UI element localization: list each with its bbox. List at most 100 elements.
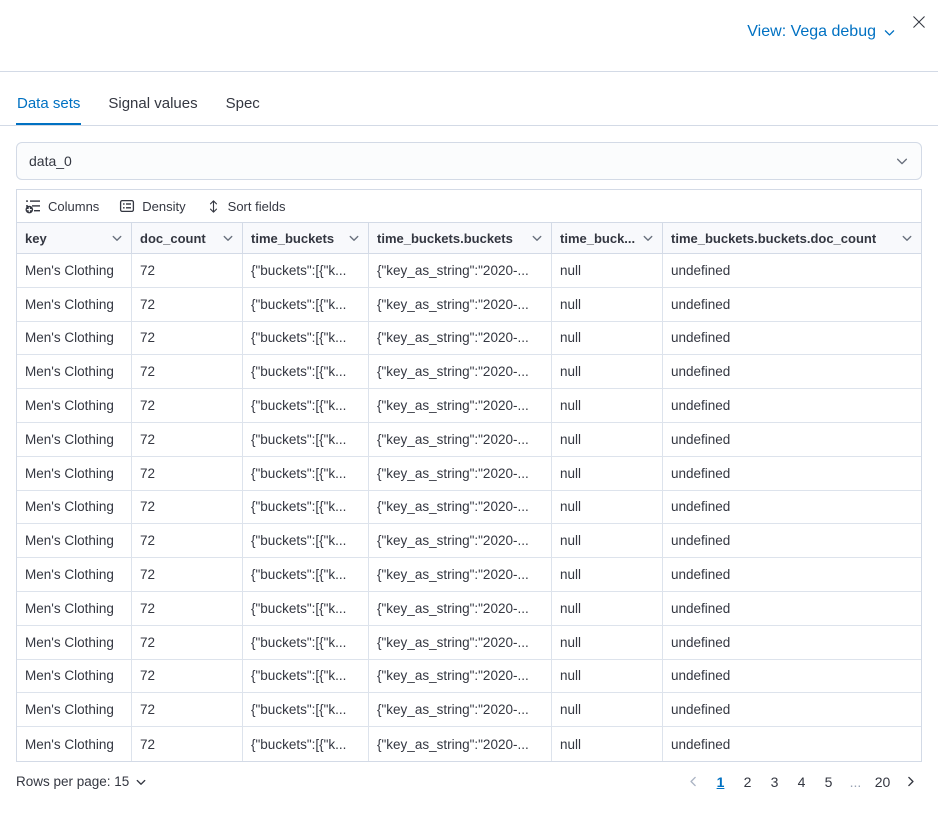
- column-header-time-buckets-key[interactable]: time_buck...: [552, 223, 663, 253]
- cell-time-buckets[interactable]: {"buckets":[{"k...: [243, 423, 369, 456]
- page-number[interactable]: 20: [871, 770, 894, 794]
- cell-key[interactable]: Men's Clothing: [17, 592, 132, 625]
- cell-key[interactable]: Men's Clothing: [17, 254, 132, 287]
- cell-time-buckets-key[interactable]: null: [552, 491, 663, 524]
- cell-time-buckets-key[interactable]: null: [552, 660, 663, 693]
- cell-time-buckets-buckets[interactable]: {"key_as_string":"2020-...: [369, 355, 552, 388]
- cell-time-buckets-buckets[interactable]: {"key_as_string":"2020-...: [369, 558, 552, 591]
- cell-time-buckets-buckets-doc-count[interactable]: undefined: [663, 660, 921, 693]
- cell-time-buckets-key[interactable]: null: [552, 693, 663, 726]
- cell-time-buckets-buckets-doc-count[interactable]: undefined: [663, 693, 921, 726]
- close-icon[interactable]: [910, 13, 928, 31]
- cell-time-buckets-buckets[interactable]: {"key_as_string":"2020-...: [369, 254, 552, 287]
- column-header-key[interactable]: key: [17, 223, 132, 253]
- cell-time-buckets-buckets-doc-count[interactable]: undefined: [663, 322, 921, 355]
- rows-per-page-button[interactable]: Rows per page: 15: [16, 774, 147, 789]
- cell-time-buckets-key[interactable]: null: [552, 727, 663, 761]
- cell-time-buckets-buckets-doc-count[interactable]: undefined: [663, 423, 921, 456]
- cell-time-buckets[interactable]: {"buckets":[{"k...: [243, 355, 369, 388]
- cell-time-buckets-key[interactable]: null: [552, 558, 663, 591]
- cell-doc-count[interactable]: 72: [132, 288, 243, 321]
- cell-time-buckets-buckets-doc-count[interactable]: undefined: [663, 727, 921, 761]
- cell-time-buckets-key[interactable]: null: [552, 322, 663, 355]
- cell-time-buckets-key[interactable]: null: [552, 626, 663, 659]
- cell-key[interactable]: Men's Clothing: [17, 727, 132, 761]
- cell-doc-count[interactable]: 72: [132, 592, 243, 625]
- column-header-time-buckets[interactable]: time_buckets: [243, 223, 369, 253]
- cell-time-buckets-key[interactable]: null: [552, 254, 663, 287]
- cell-key[interactable]: Men's Clothing: [17, 355, 132, 388]
- cell-time-buckets-buckets[interactable]: {"key_as_string":"2020-...: [369, 727, 552, 761]
- cell-time-buckets[interactable]: {"buckets":[{"k...: [243, 389, 369, 422]
- cell-time-buckets-buckets[interactable]: {"key_as_string":"2020-...: [369, 524, 552, 557]
- cell-time-buckets-buckets[interactable]: {"key_as_string":"2020-...: [369, 322, 552, 355]
- cell-time-buckets-buckets[interactable]: {"key_as_string":"2020-...: [369, 660, 552, 693]
- page-number[interactable]: 3: [763, 770, 786, 794]
- cell-time-buckets-buckets[interactable]: {"key_as_string":"2020-...: [369, 491, 552, 524]
- next-page-button[interactable]: [898, 770, 922, 794]
- column-header-time-buckets-buckets[interactable]: time_buckets.buckets: [369, 223, 552, 253]
- cell-time-buckets-buckets[interactable]: {"key_as_string":"2020-...: [369, 693, 552, 726]
- cell-time-buckets-buckets[interactable]: {"key_as_string":"2020-...: [369, 626, 552, 659]
- cell-time-buckets-buckets[interactable]: {"key_as_string":"2020-...: [369, 592, 552, 625]
- cell-doc-count[interactable]: 72: [132, 626, 243, 659]
- cell-doc-count[interactable]: 72: [132, 423, 243, 456]
- cell-time-buckets-key[interactable]: null: [552, 423, 663, 456]
- cell-time-buckets[interactable]: {"buckets":[{"k...: [243, 592, 369, 625]
- sort-fields-button[interactable]: Sort fields: [206, 199, 286, 214]
- cell-time-buckets[interactable]: {"buckets":[{"k...: [243, 660, 369, 693]
- cell-time-buckets-key[interactable]: null: [552, 389, 663, 422]
- cell-key[interactable]: Men's Clothing: [17, 457, 132, 490]
- tab-signal-values[interactable]: Signal values: [107, 86, 198, 125]
- cell-doc-count[interactable]: 72: [132, 693, 243, 726]
- cell-doc-count[interactable]: 72: [132, 355, 243, 388]
- tab-spec[interactable]: Spec: [225, 86, 261, 125]
- page-number[interactable]: 4: [790, 770, 813, 794]
- cell-time-buckets-buckets[interactable]: {"key_as_string":"2020-...: [369, 288, 552, 321]
- cell-key[interactable]: Men's Clothing: [17, 389, 132, 422]
- cell-doc-count[interactable]: 72: [132, 558, 243, 591]
- cell-time-buckets[interactable]: {"buckets":[{"k...: [243, 524, 369, 557]
- tab-data-sets[interactable]: Data sets: [16, 86, 81, 125]
- columns-button[interactable]: Columns: [25, 198, 99, 214]
- density-button[interactable]: Density: [119, 198, 185, 214]
- cell-time-buckets-buckets-doc-count[interactable]: undefined: [663, 626, 921, 659]
- page-number[interactable]: 1: [709, 770, 732, 794]
- cell-time-buckets[interactable]: {"buckets":[{"k...: [243, 558, 369, 591]
- cell-time-buckets-buckets-doc-count[interactable]: undefined: [663, 254, 921, 287]
- cell-time-buckets-buckets-doc-count[interactable]: undefined: [663, 457, 921, 490]
- cell-time-buckets-key[interactable]: null: [552, 592, 663, 625]
- cell-doc-count[interactable]: 72: [132, 322, 243, 355]
- previous-page-button[interactable]: [681, 770, 705, 794]
- page-number[interactable]: 2: [736, 770, 759, 794]
- cell-doc-count[interactable]: 72: [132, 254, 243, 287]
- page-number[interactable]: 5: [817, 770, 840, 794]
- cell-key[interactable]: Men's Clothing: [17, 524, 132, 557]
- view-selector[interactable]: View: Vega debug: [747, 23, 896, 41]
- cell-doc-count[interactable]: 72: [132, 491, 243, 524]
- cell-doc-count[interactable]: 72: [132, 457, 243, 490]
- column-header-doc-count[interactable]: doc_count: [132, 223, 243, 253]
- cell-time-buckets[interactable]: {"buckets":[{"k...: [243, 322, 369, 355]
- cell-time-buckets-key[interactable]: null: [552, 355, 663, 388]
- cell-time-buckets-buckets-doc-count[interactable]: undefined: [663, 558, 921, 591]
- cell-time-buckets-buckets[interactable]: {"key_as_string":"2020-...: [369, 457, 552, 490]
- cell-time-buckets-buckets[interactable]: {"key_as_string":"2020-...: [369, 423, 552, 456]
- cell-time-buckets[interactable]: {"buckets":[{"k...: [243, 626, 369, 659]
- column-header-time-buckets-buckets-doc-count[interactable]: time_buckets.buckets.doc_count: [663, 223, 921, 253]
- cell-time-buckets[interactable]: {"buckets":[{"k...: [243, 254, 369, 287]
- cell-time-buckets-buckets-doc-count[interactable]: undefined: [663, 592, 921, 625]
- dataset-select[interactable]: data_0: [16, 142, 922, 180]
- cell-key[interactable]: Men's Clothing: [17, 626, 132, 659]
- cell-key[interactable]: Men's Clothing: [17, 491, 132, 524]
- cell-time-buckets-buckets-doc-count[interactable]: undefined: [663, 524, 921, 557]
- cell-time-buckets[interactable]: {"buckets":[{"k...: [243, 491, 369, 524]
- cell-time-buckets[interactable]: {"buckets":[{"k...: [243, 693, 369, 726]
- cell-key[interactable]: Men's Clothing: [17, 288, 132, 321]
- cell-doc-count[interactable]: 72: [132, 727, 243, 761]
- cell-time-buckets-key[interactable]: null: [552, 288, 663, 321]
- cell-time-buckets-buckets-doc-count[interactable]: undefined: [663, 355, 921, 388]
- cell-time-buckets[interactable]: {"buckets":[{"k...: [243, 727, 369, 761]
- cell-time-buckets-key[interactable]: null: [552, 524, 663, 557]
- cell-doc-count[interactable]: 72: [132, 389, 243, 422]
